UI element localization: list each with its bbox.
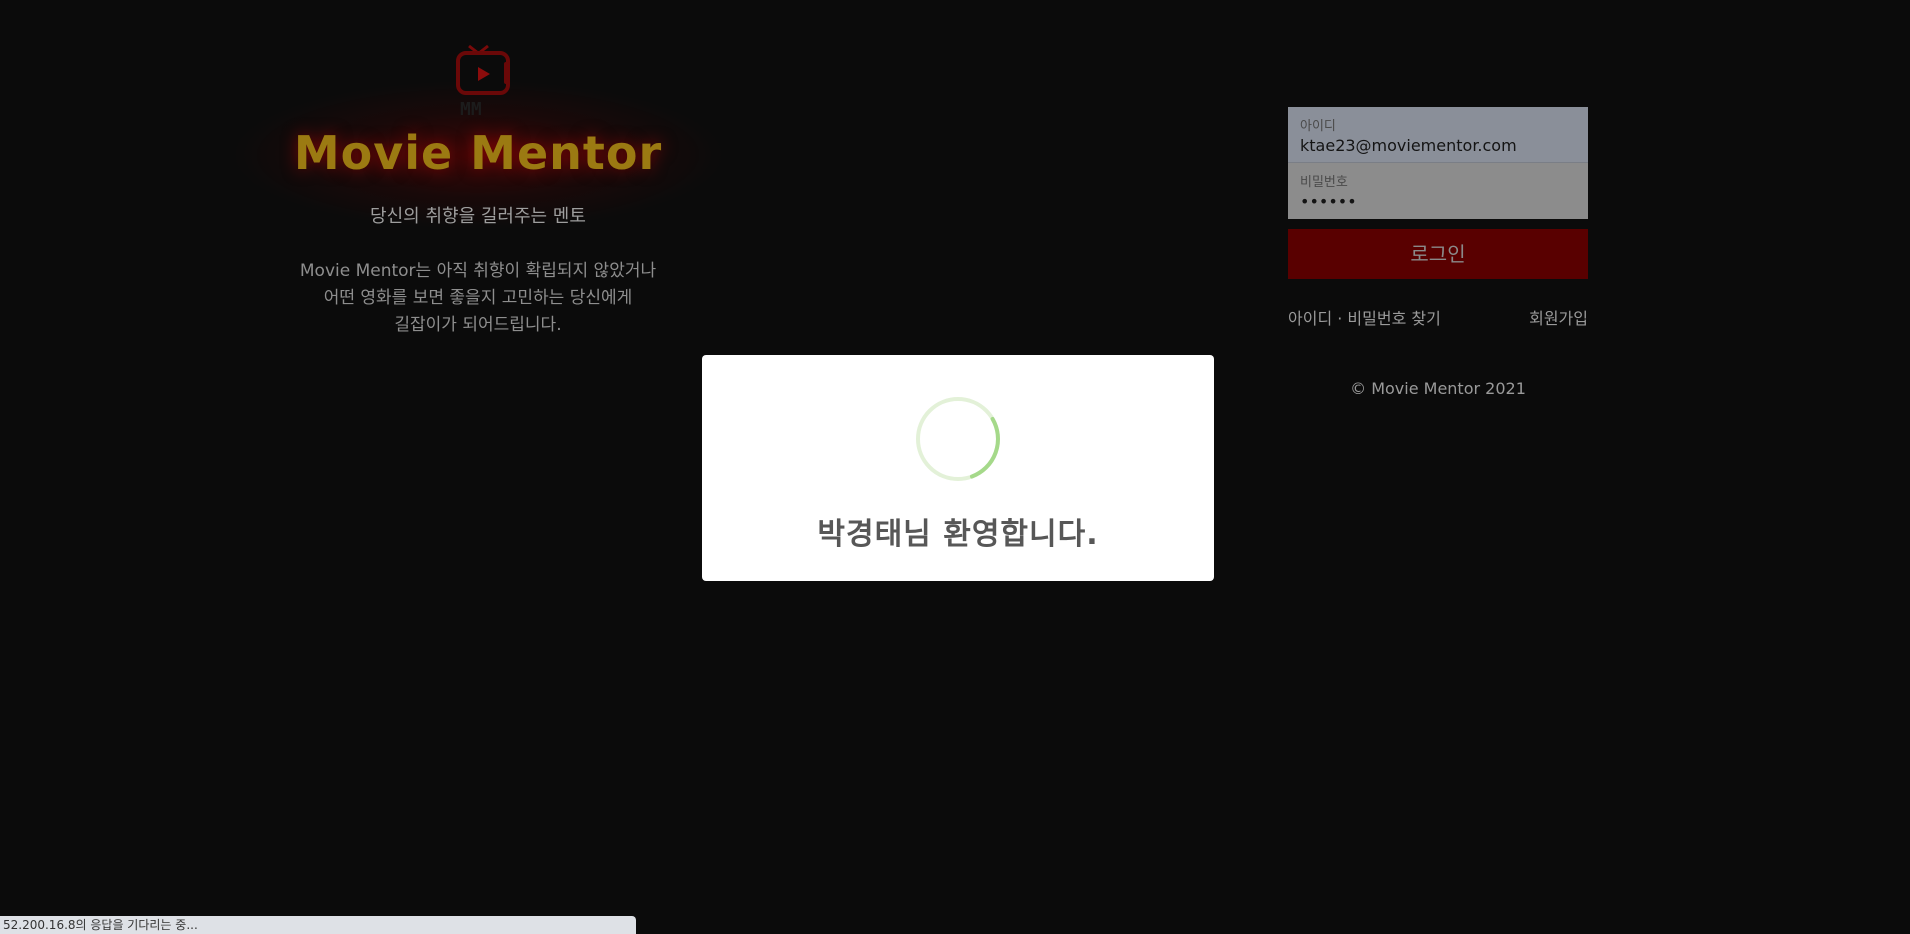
password-input[interactable]: •••••• (1300, 192, 1576, 211)
copyright: © Movie Mentor 2021 (1350, 379, 1526, 398)
id-label: 아이디 (1300, 119, 1336, 134)
brand-title: Movie Mentor (293, 126, 663, 180)
password-field[interactable]: 비밀번호 •••••• (1288, 163, 1588, 219)
hero-section: MM Movie Mentor 당신의 취향을 길러주는 멘토 Movie Me… (230, 40, 726, 339)
login-page: MM Movie Mentor 당신의 취향을 길러주는 멘토 Movie Me… (0, 0, 1910, 934)
login-form: 아이디 ktae23@moviementor.com 비밀번호 •••••• 로… (1288, 107, 1588, 398)
welcome-message: 박경태님 환영합니다. (817, 517, 1099, 552)
auth-links: 아이디 · 비밀번호 찾기 회원가입 (1288, 305, 1588, 329)
description: Movie Mentor는 아직 취향이 확립되지 않았거나 어떤 영화를 보면… (299, 261, 657, 335)
loading-spinner-icon (914, 395, 1002, 483)
tagline: 당신의 취향을 길러주는 멘토 (370, 206, 586, 227)
id-field[interactable]: 아이디 ktae23@moviementor.com (1288, 107, 1588, 163)
logo-text: MM (460, 99, 482, 120)
browser-status-bar: 52.200.16.8의 응답을 기다리는 중... (0, 916, 636, 934)
signup-link[interactable]: 회원가입 (1529, 305, 1588, 329)
login-button[interactable]: 로그인 (1288, 229, 1588, 279)
tv-play-icon: MM (438, 40, 518, 120)
password-label: 비밀번호 (1300, 175, 1348, 190)
id-input[interactable]: ktae23@moviementor.com (1300, 136, 1576, 155)
find-account-link[interactable]: 아이디 · 비밀번호 찾기 (1288, 305, 1441, 329)
welcome-modal: 박경태님 환영합니다. (702, 355, 1214, 581)
